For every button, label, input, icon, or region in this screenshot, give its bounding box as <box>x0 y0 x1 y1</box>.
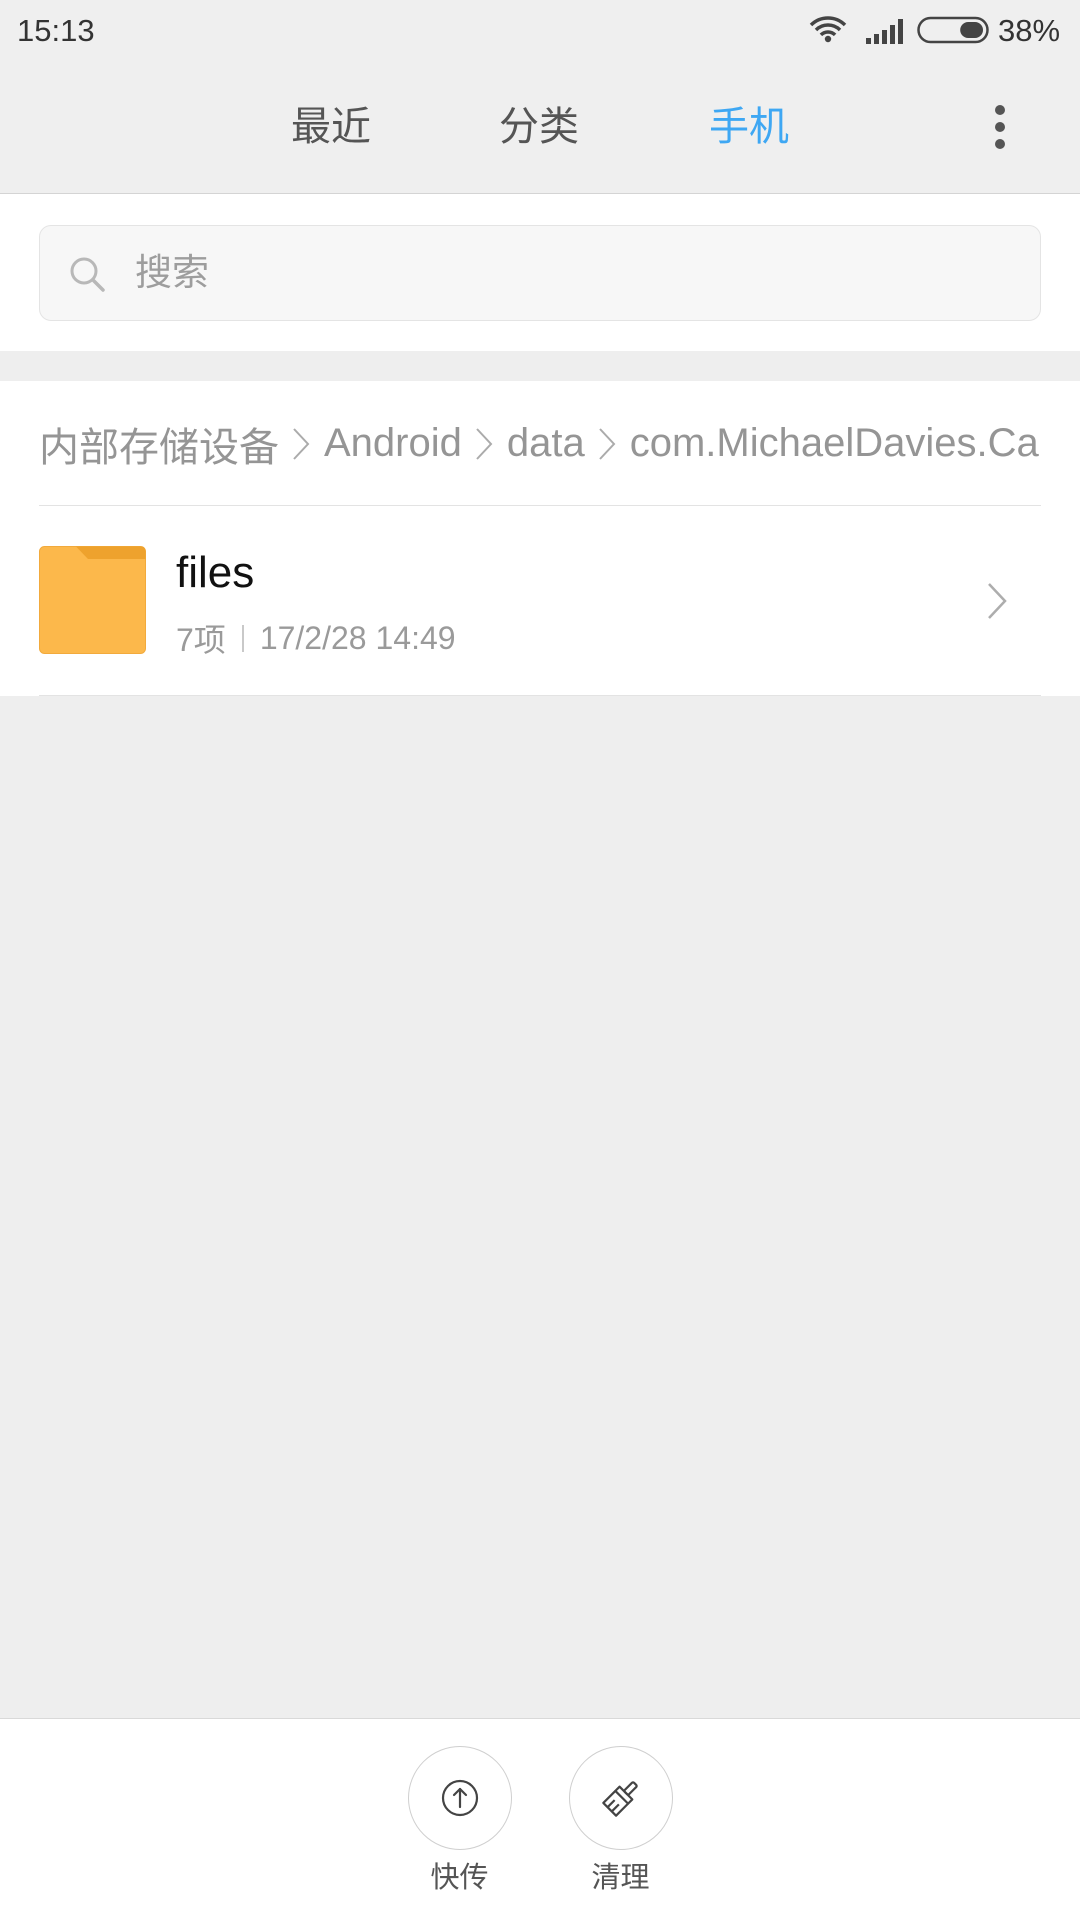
battery-percent: 38% <box>998 13 1061 48</box>
chevron-right-icon <box>293 427 310 460</box>
bottom-action-bar: 快传 清理 <box>0 1718 1080 1920</box>
signal-icon <box>866 19 903 44</box>
breadcrumb-item-internal-storage[interactable]: 内部存储设备 <box>39 415 279 473</box>
search-section <box>0 194 1080 351</box>
more-dot <box>995 139 1005 149</box>
clean-circle[interactable] <box>568 1746 673 1850</box>
breadcrumb-item-android[interactable]: Android <box>324 421 462 466</box>
folder-icon <box>39 546 146 654</box>
tab-phone[interactable]: 手机 <box>709 62 789 193</box>
clean-label: 清理 <box>591 1862 650 1894</box>
wifi-icon <box>809 16 847 43</box>
status-time: 15:13 <box>17 13 95 48</box>
chevron-right-icon <box>476 427 493 460</box>
more-dot <box>995 105 1005 115</box>
quick-transfer-button[interactable]: 快传 <box>407 1746 512 1920</box>
quick-transfer-label: 快传 <box>430 1862 489 1894</box>
item-count: 7项 <box>176 622 226 658</box>
quick-transfer-circle[interactable] <box>407 1746 512 1850</box>
tab-bar: 最近 分类 手机 <box>0 62 1080 194</box>
file-meta: 7项 17/2/28 14:49 <box>176 618 456 659</box>
battery-icon <box>917 16 989 44</box>
tab-recent[interactable]: 最近 <box>291 62 371 193</box>
list-item[interactable]: files 7项 17/2/28 14:49 <box>0 506 1080 696</box>
meta-divider <box>241 624 244 652</box>
upload-icon <box>441 1779 478 1817</box>
breadcrumb: 内部存储设备 Android data com.MichaelDavies.Ca <box>0 381 1080 506</box>
chevron-right-icon <box>988 583 1007 619</box>
file-browser: 内部存储设备 Android data com.MichaelDavies.Ca… <box>0 381 1080 696</box>
status-bar: 15:13 38% <box>0 0 1080 62</box>
more-vert-icon[interactable] <box>985 87 1015 167</box>
chevron-right-icon <box>599 427 616 460</box>
search-icon <box>70 257 105 292</box>
clean-button[interactable]: 清理 <box>568 1746 673 1920</box>
breadcrumb-item-current[interactable]: com.MichaelDavies.Ca <box>630 421 1039 466</box>
file-name: files <box>176 548 255 597</box>
search-input[interactable] <box>135 226 1015 320</box>
broom-icon <box>601 1781 638 1817</box>
breadcrumb-item-data[interactable]: data <box>507 421 585 466</box>
search-box[interactable] <box>39 225 1041 321</box>
more-dot <box>995 122 1005 132</box>
battery-level-fill <box>960 22 983 38</box>
modified-date: 17/2/28 14:49 <box>259 619 456 656</box>
tab-categories[interactable]: 分类 <box>499 62 579 193</box>
